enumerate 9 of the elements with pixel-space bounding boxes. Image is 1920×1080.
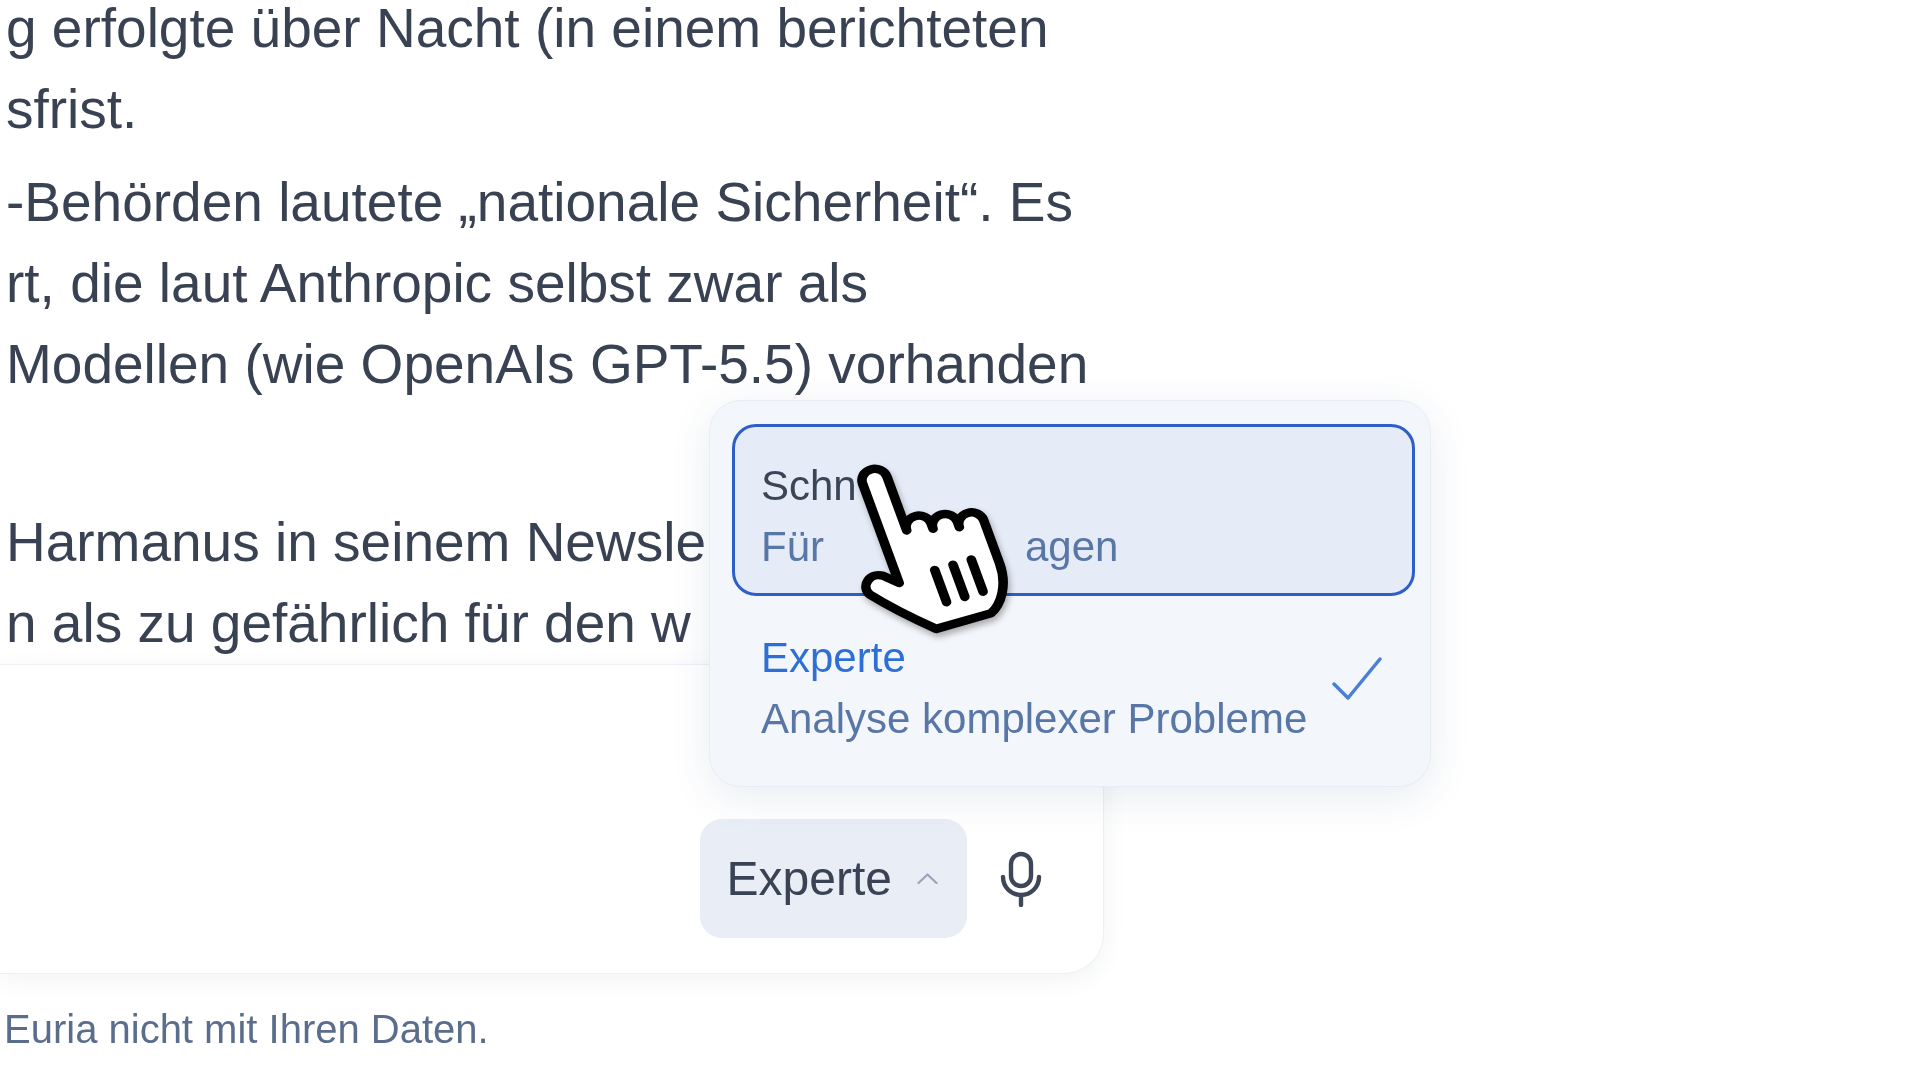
message-paragraph: -Behörden lautete „nationale Sicherheit“. Es rt, die laut Anthropic selbst zwar als Modellen (wie OpenAIs GPT-5.5) vorhanden	[6, 170, 1089, 397]
mode-select-button[interactable]: Experte	[699, 819, 967, 938]
chevron-up-icon	[917, 873, 938, 884]
message-paragraph: Harmanus in seinem Newsle n als zu gefährlich für den w	[6, 510, 706, 656]
mode-option[interactable]: Schn Für agen	[732, 424, 1415, 596]
microphone-icon[interactable]	[999, 850, 1043, 907]
footer-note: Euria nicht mit Ihren Daten.	[3, 1006, 489, 1053]
checkmark-icon	[1332, 657, 1382, 700]
message-paragraph: g erfolgte über Nacht (in einem berichteten sfrist.	[6, 0, 1049, 142]
